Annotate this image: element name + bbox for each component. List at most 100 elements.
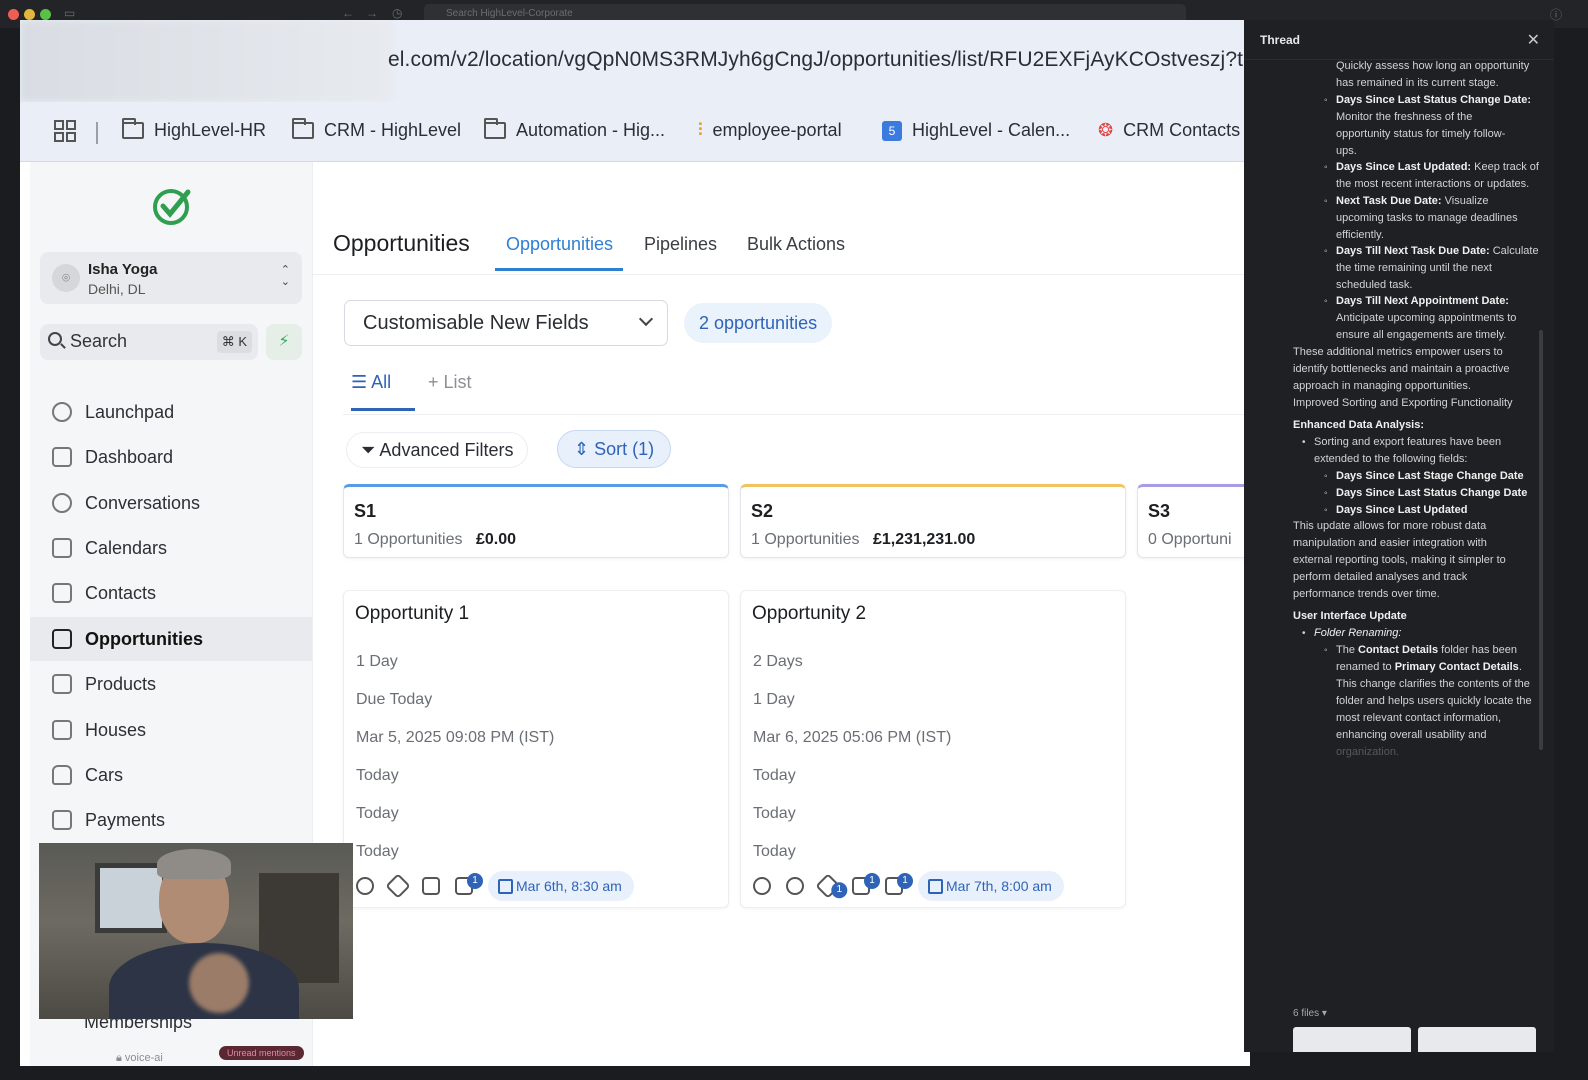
tab-pipelines[interactable]: Pipelines bbox=[644, 234, 717, 255]
sidebar-item-label: Dashboard bbox=[85, 446, 174, 467]
sort-label: Sort (1) bbox=[594, 439, 655, 459]
add-list-button[interactable]: + List bbox=[428, 372, 472, 393]
close-icon[interactable]: ✕ bbox=[1527, 30, 1540, 50]
calendar-icon: 5 bbox=[882, 120, 902, 141]
file-thumbnail[interactable] bbox=[1418, 1027, 1536, 1052]
tab-opportunities[interactable]: Opportunities bbox=[506, 234, 613, 255]
sort-button[interactable]: ⇕ Sort (1) bbox=[557, 430, 672, 468]
files-toggle[interactable]: 6 files ▾ bbox=[1293, 1008, 1327, 1019]
opportunity-title[interactable]: Opportunity 2 bbox=[752, 603, 866, 625]
stage-count: 1 Opportunities bbox=[354, 531, 463, 548]
maximize-window-button[interactable] bbox=[40, 9, 51, 20]
file-thumbnail[interactable] bbox=[1293, 1027, 1411, 1052]
field-days-till-appointment: Today bbox=[356, 805, 399, 822]
minimize-window-button[interactable] bbox=[24, 9, 35, 20]
apps-grid-icon[interactable] bbox=[54, 120, 76, 142]
add-list-label: List bbox=[443, 372, 472, 392]
dashboard-grid-icon bbox=[52, 447, 72, 467]
bullet: ◦ bbox=[1324, 246, 1328, 257]
phone-icon[interactable] bbox=[753, 877, 771, 895]
sidebar-item-opportunities[interactable]: Opportunities bbox=[30, 617, 312, 661]
stage-column-header[interactable]: S3 0 Opportuni bbox=[1137, 484, 1250, 558]
task-checkbox-icon[interactable]: 1 bbox=[885, 873, 913, 895]
unread-mentions-badge[interactable]: Unread mentions bbox=[219, 1046, 304, 1060]
sidebar-search[interactable]: Search ⌘ K bbox=[40, 324, 258, 360]
bullet: ◦ bbox=[1324, 162, 1328, 173]
thread-panel: Thread ✕ Quickly assess how long an oppo… bbox=[1244, 20, 1554, 1052]
bookmark-automation[interactable]: Automation - Hig... bbox=[484, 118, 666, 141]
chat-bubble-icon[interactable] bbox=[356, 877, 374, 895]
bullet: ◦ bbox=[1324, 505, 1328, 516]
address-bar[interactable]: el.com/v2/location/vgQpN0MS3RMJyh6gCngJ/… bbox=[20, 20, 1250, 102]
pipeline-select[interactable]: Customisable New Fields bbox=[344, 300, 668, 346]
thread-list-item: Days Till Next Appointment Date: Anticipa… bbox=[1336, 295, 1517, 341]
task-count-badge: 1 bbox=[897, 873, 913, 889]
stage-amount: £0.00 bbox=[476, 531, 517, 548]
thread-list-item: Next Task Due Date: Visualize upcoming ta… bbox=[1336, 195, 1518, 241]
stage-name: S1 bbox=[354, 501, 377, 521]
active-tab-indicator bbox=[495, 268, 623, 271]
tab-bulk-actions[interactable]: Bulk Actions bbox=[747, 234, 845, 255]
advanced-filters-button[interactable]: ⏷ Advanced Filters bbox=[346, 432, 529, 468]
channel-voice-ai[interactable]: 🔒︎ voice-ai bbox=[116, 1052, 163, 1065]
stage-column-header[interactable]: S1 1 Opportunities £0.00 bbox=[343, 484, 729, 558]
sidebar-item-label: Opportunities bbox=[85, 628, 203, 649]
back-arrow-icon[interactable]: ← bbox=[342, 6, 354, 20]
bullet: ◦ bbox=[1324, 196, 1328, 207]
sidebar-item-payments[interactable]: Payments bbox=[30, 798, 312, 842]
stage-name: S3 bbox=[1148, 501, 1171, 521]
quick-actions-bolt-icon[interactable]: ⚡ bbox=[266, 324, 302, 360]
forward-arrow-icon[interactable]: → bbox=[366, 6, 378, 20]
checkmark-logo-icon bbox=[153, 189, 191, 225]
account-switcher[interactable]: ⌾ Isha Yoga Delhi, DL ⌃ ⌄ bbox=[40, 252, 302, 304]
view-tab-all[interactable]: ☰ All bbox=[351, 372, 391, 393]
note-count-badge: 1 bbox=[864, 873, 880, 889]
sidebar-toggle-icon[interactable]: ▭ bbox=[64, 6, 75, 20]
url-text[interactable]: el.com/v2/location/vgQpN0MS3RMJyh6gCngJ/… bbox=[388, 48, 1250, 72]
sidebar-item-label: Products bbox=[85, 673, 157, 694]
bookmark-employee-portal[interactable]: ⫶ employee-portal bbox=[698, 120, 842, 141]
sidebar-item-cars[interactable]: Cars bbox=[30, 753, 312, 797]
thread-list-item: Days Since Last Status Change Date: Monit… bbox=[1336, 94, 1532, 157]
stage-column-header[interactable]: S2 1 Opportunities £1,231,231.00 bbox=[740, 484, 1126, 558]
chat-bubble-icon[interactable] bbox=[786, 877, 804, 895]
sidebar-item-launchpad[interactable]: Launchpad bbox=[30, 390, 312, 434]
bookmark-divider bbox=[96, 122, 98, 144]
bookmark-crm-highlevel[interactable]: CRM - HighLevel bbox=[292, 118, 461, 141]
channel-label: voice-ai bbox=[124, 1052, 163, 1064]
stage-count: 0 Opportuni bbox=[1148, 531, 1232, 548]
sidebar-item-contacts[interactable]: Contacts bbox=[30, 571, 312, 615]
note-icon[interactable]: 1 bbox=[852, 873, 880, 895]
task-checkbox-icon[interactable]: 1 bbox=[455, 873, 483, 895]
tag-icon[interactable] bbox=[385, 873, 411, 899]
note-icon[interactable] bbox=[422, 877, 440, 895]
appointment-pill[interactable]: Mar 6th, 8:30 am bbox=[488, 871, 634, 901]
sidebar-item-houses[interactable]: Houses bbox=[30, 708, 312, 752]
bookmark-crm-contacts[interactable]: ❂ CRM Contacts bbox=[1098, 120, 1240, 141]
funnel-icon: ⏷ bbox=[361, 440, 380, 460]
sidebar-item-dashboard[interactable]: Dashboard bbox=[30, 435, 312, 479]
bookmark-highlevel-hr[interactable]: HighLevel-HR bbox=[122, 118, 266, 141]
sidebar-item-products[interactable]: Products bbox=[30, 662, 312, 706]
thread-scrollbar[interactable] bbox=[1539, 330, 1543, 750]
appointment-pill[interactable]: Mar 7th, 8:00 am bbox=[918, 871, 1064, 901]
history-icon[interactable]: ◷ bbox=[392, 6, 402, 20]
bookmark-highlevel-calendar[interactable]: 5 HighLevel - Calen... bbox=[882, 120, 1070, 141]
field-last-updated: Today bbox=[356, 843, 399, 860]
sidebar-item-conversations[interactable]: Conversations bbox=[30, 481, 312, 525]
opportunity-card[interactable]: Opportunity 1 1 Day Due Today Mar 5, 202… bbox=[343, 590, 729, 908]
opportunity-card[interactable]: Opportunity 2 2 Days 1 Day Mar 6, 2025 0… bbox=[740, 590, 1126, 908]
field-next-task-due: Mar 6, 2025 05:06 PM (IST) bbox=[753, 729, 952, 746]
car-icon bbox=[52, 765, 72, 785]
field-days-in-stage: 2 Days bbox=[753, 653, 803, 670]
bookmark-label: Automation - Hig... bbox=[516, 120, 666, 140]
thread-text: Quickly assess how long an opportunity ha… bbox=[1336, 60, 1530, 89]
account-name: Isha Yoga bbox=[88, 261, 158, 278]
opportunity-title[interactable]: Opportunity 1 bbox=[355, 603, 469, 625]
close-window-button[interactable] bbox=[8, 9, 19, 20]
sidebar-item-calendars[interactable]: Calendars bbox=[30, 526, 312, 570]
tag-icon[interactable]: 1 bbox=[815, 873, 848, 899]
thread-heading: User Interface Update bbox=[1293, 610, 1407, 622]
bullet: ◦ bbox=[1324, 488, 1328, 499]
bullet: ◦ bbox=[1324, 645, 1328, 656]
